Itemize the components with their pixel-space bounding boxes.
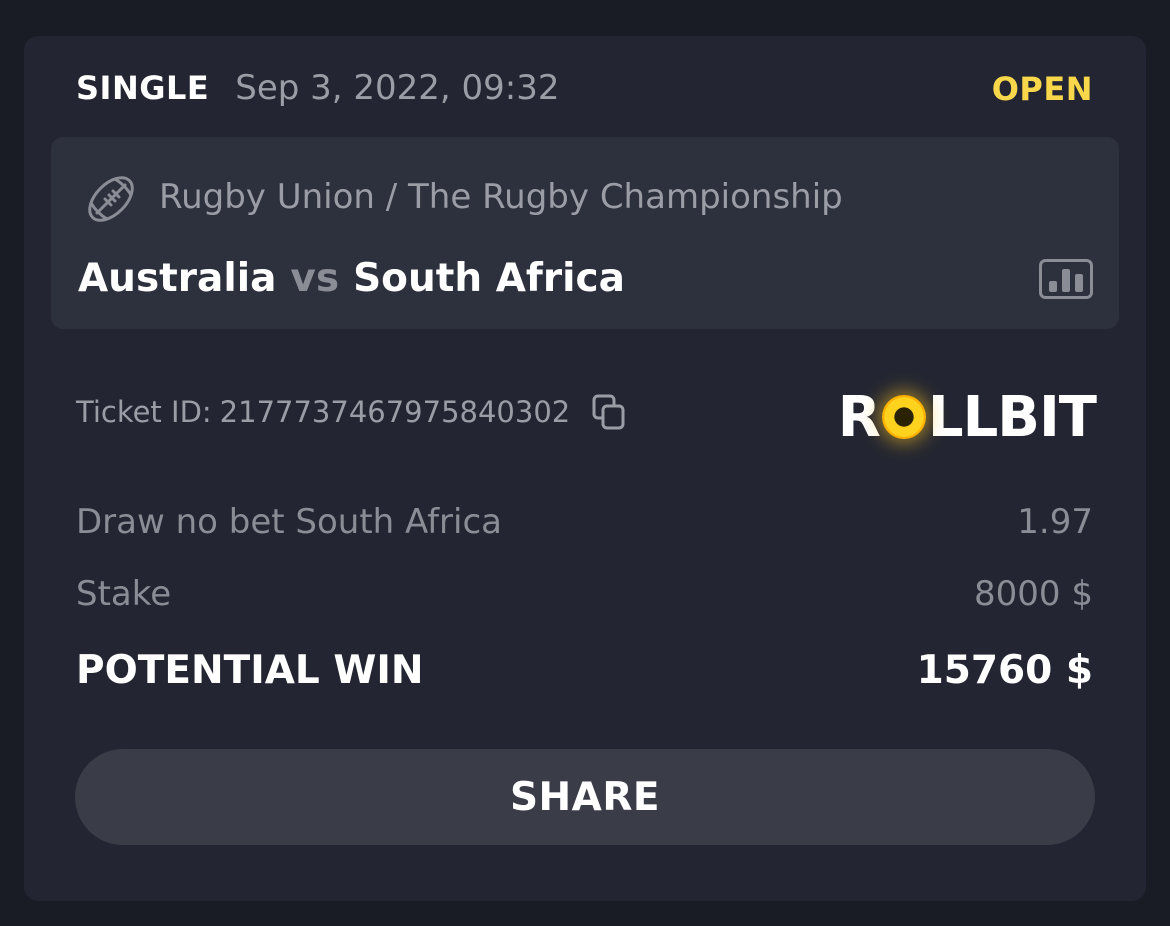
stake-label: Stake <box>76 574 172 614</box>
vs-label: vs <box>290 256 340 301</box>
potential-win-label: POTENTIAL WIN <box>76 648 424 693</box>
away-team: South Africa <box>353 256 625 301</box>
ticket-id-row: Ticket ID: 2177737467975840302 <box>76 394 626 430</box>
selection-odds: 1.97 <box>1017 502 1093 542</box>
status-badge: OPEN <box>991 70 1093 108</box>
stake-row: Stake 8000 $ <box>76 574 1093 614</box>
ticket-id-value: 2177737467975840302 <box>219 395 571 429</box>
match-title: Australia vs South Africa <box>78 253 625 305</box>
rollbit-logo: R LLBIT <box>837 382 1097 452</box>
share-button[interactable]: SHARE <box>75 749 1095 845</box>
event-panel: Rugby Union / The Rugby Championship Aus… <box>51 137 1119 329</box>
selection-row: Draw no bet South Africa 1.97 <box>76 502 1093 542</box>
bet-ticket-card: SINGLE Sep 3, 2022, 09:32 OPEN Rugby Uni… <box>24 36 1146 901</box>
selection-market: Draw no bet South Africa <box>76 502 502 542</box>
potential-win-row: POTENTIAL WIN 15760 $ <box>76 648 1093 693</box>
logo-text-start: R <box>837 384 881 450</box>
ticket-id-label: Ticket ID: <box>76 395 212 429</box>
ticket-header: SINGLE Sep 3, 2022, 09:32 <box>76 64 560 112</box>
stake-value: 8000 $ <box>974 574 1093 614</box>
bar-chart-icon[interactable] <box>1039 259 1093 299</box>
copy-icon[interactable] <box>592 394 626 430</box>
rugby-ball-icon <box>88 176 134 222</box>
league-name: Rugby Union / The Rugby Championship <box>159 177 843 217</box>
logo-text-end: LLBIT <box>927 384 1097 450</box>
bet-type: SINGLE <box>76 69 210 107</box>
logo-fireball-icon <box>881 395 926 439</box>
bet-date: Sep 3, 2022, 09:32 <box>235 68 560 108</box>
potential-win-value: 15760 $ <box>916 648 1093 693</box>
home-team: Australia <box>78 256 277 301</box>
